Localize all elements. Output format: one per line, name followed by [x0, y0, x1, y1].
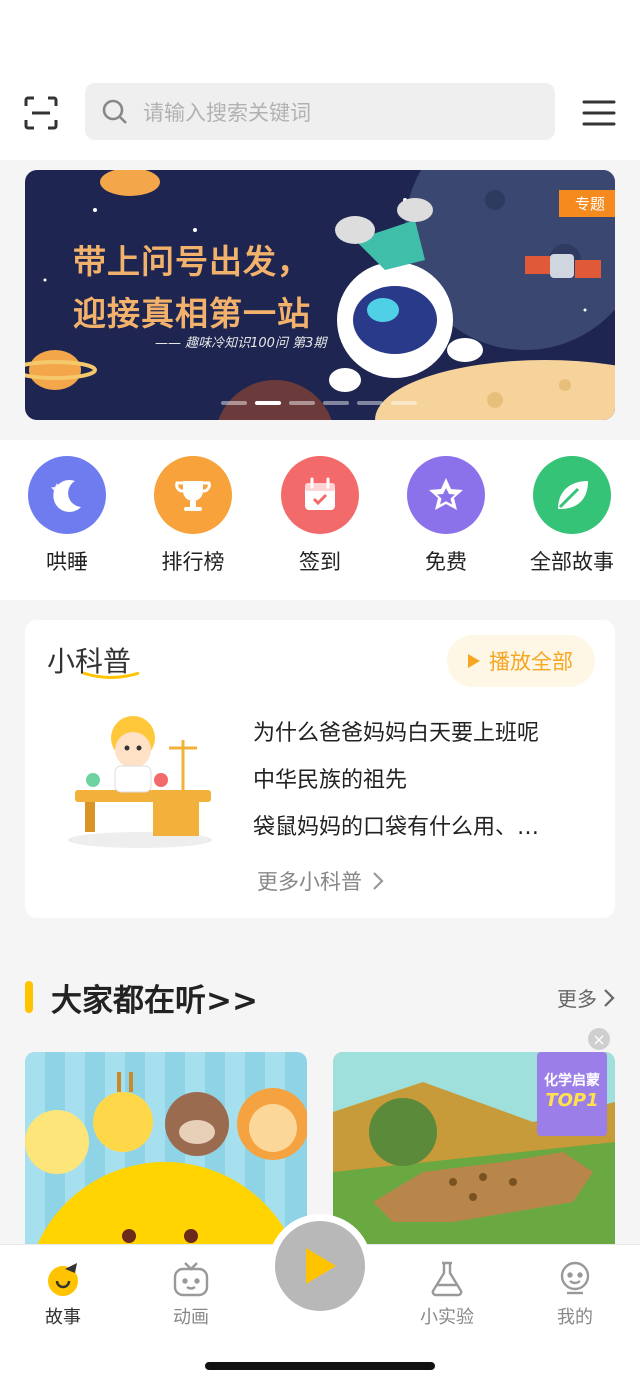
scan-icon	[24, 96, 58, 130]
carousel-dot[interactable]	[391, 401, 417, 405]
entry-all-stories[interactable]: 全部故事	[517, 456, 627, 576]
entry-label: 免费	[425, 550, 467, 574]
search-placeholder: 请输入搜索关键词	[143, 100, 311, 125]
section-accent-bar	[25, 981, 33, 1013]
promo-banner[interactable]: 带上问号出发， 迎接真相第一站 —— 趣味冷知识100问 第3期 专题	[25, 170, 615, 420]
story-card[interactable]	[25, 1052, 307, 1252]
quick-entries: 哄睡 排行榜 签到 免费 全部故事	[0, 440, 640, 600]
science-item[interactable]: 袋鼠妈妈的口袋有什么用、…	[253, 804, 583, 851]
section-title[interactable]: 大家都在听>>	[51, 975, 258, 1020]
leaf-icon	[533, 456, 611, 534]
more-label: 更多	[557, 987, 597, 1011]
flask-icon	[431, 1261, 463, 1297]
entry-sleep[interactable]: 哄睡	[12, 456, 122, 576]
tab-label: 我的	[557, 1307, 593, 1328]
search-bar[interactable]: 请输入搜索关键词	[85, 83, 555, 140]
menu-icon	[582, 100, 616, 126]
carousel-indicator	[221, 401, 417, 405]
play-all-label: 播放全部	[489, 650, 573, 674]
science-item[interactable]: 中华民族的祖先	[253, 757, 583, 804]
animals-cover-image	[25, 1052, 307, 1252]
chevron-right-icon	[604, 988, 615, 1007]
calendar-icon	[281, 456, 359, 534]
tab-story[interactable]: 故事	[18, 1257, 108, 1329]
entry-label: 全部故事	[530, 550, 614, 574]
star-icon	[407, 456, 485, 534]
play-icon	[306, 1248, 336, 1284]
entry-ranking[interactable]: 排行榜	[138, 456, 248, 576]
banner-subtitle: —— 趣味冷知识100问 第3期	[155, 336, 327, 351]
menu-button[interactable]	[580, 96, 618, 130]
play-all-button[interactable]: 播放全部	[447, 635, 595, 687]
story-icon	[48, 1263, 78, 1296]
tab-label: 故事	[45, 1307, 81, 1328]
badge-rank: TOP1	[545, 1090, 599, 1111]
entry-label: 排行榜	[161, 550, 225, 574]
tab-label: 小实验	[420, 1307, 474, 1328]
entry-label: 签到	[299, 550, 341, 574]
tv-icon	[173, 1262, 209, 1297]
profile-icon	[560, 1261, 590, 1295]
chevron-right-icon	[373, 872, 384, 890]
science-list: 为什么爸爸妈妈白天要上班呢 中华民族的祖先 袋鼠妈妈的口袋有什么用、…	[253, 710, 583, 851]
carousel-dot[interactable]	[289, 401, 315, 405]
play-icon	[468, 654, 480, 668]
tab-animation[interactable]: 动画	[146, 1257, 236, 1329]
tab-profile[interactable]: 我的	[530, 1257, 620, 1329]
popular-section-header: 大家都在听>> 更多	[25, 975, 615, 1019]
title-underline	[82, 671, 140, 679]
scan-button[interactable]	[22, 94, 60, 132]
banner-title: 带上问号出发， 迎接真相第一站	[73, 242, 311, 333]
more-link[interactable]: 更多	[557, 983, 615, 1012]
search-icon	[102, 99, 127, 124]
trophy-icon	[154, 456, 232, 534]
scientist-illustration	[68, 716, 212, 848]
moon-icon	[28, 456, 106, 534]
more-science-label: 更多小科普	[257, 870, 362, 894]
science-card: 小科普 播放全部 为什么爸爸妈妈白天要上班呢 中华民族的祖先 袋鼠妈妈的口袋有什…	[25, 620, 615, 918]
carousel-dot[interactable]	[357, 401, 383, 405]
story-card[interactable]: 化学启蒙 TOP1	[333, 1052, 615, 1252]
home-indicator	[205, 1362, 435, 1370]
entry-label: 哄睡	[46, 550, 88, 574]
more-science-link[interactable]: 更多小科普	[257, 866, 384, 896]
tab-label: 动画	[173, 1307, 209, 1328]
tab-experiment[interactable]: 小实验	[402, 1257, 492, 1329]
top1-badge: 化学启蒙 TOP1	[537, 1052, 607, 1136]
top-bar: 请输入搜索关键词	[0, 0, 640, 160]
carousel-dot[interactable]	[255, 401, 281, 405]
entry-free[interactable]: 免费	[391, 456, 501, 576]
carousel-dot[interactable]	[323, 401, 349, 405]
entry-checkin[interactable]: 签到	[265, 456, 375, 576]
close-icon[interactable]: ×	[588, 1028, 610, 1050]
carousel-dot[interactable]	[221, 401, 247, 405]
center-play-button[interactable]	[268, 1214, 372, 1318]
badge-category: 化学启蒙	[544, 1073, 600, 1089]
science-item[interactable]: 为什么爸爸妈妈白天要上班呢	[253, 710, 583, 757]
banner-tag: 专题	[558, 190, 615, 217]
